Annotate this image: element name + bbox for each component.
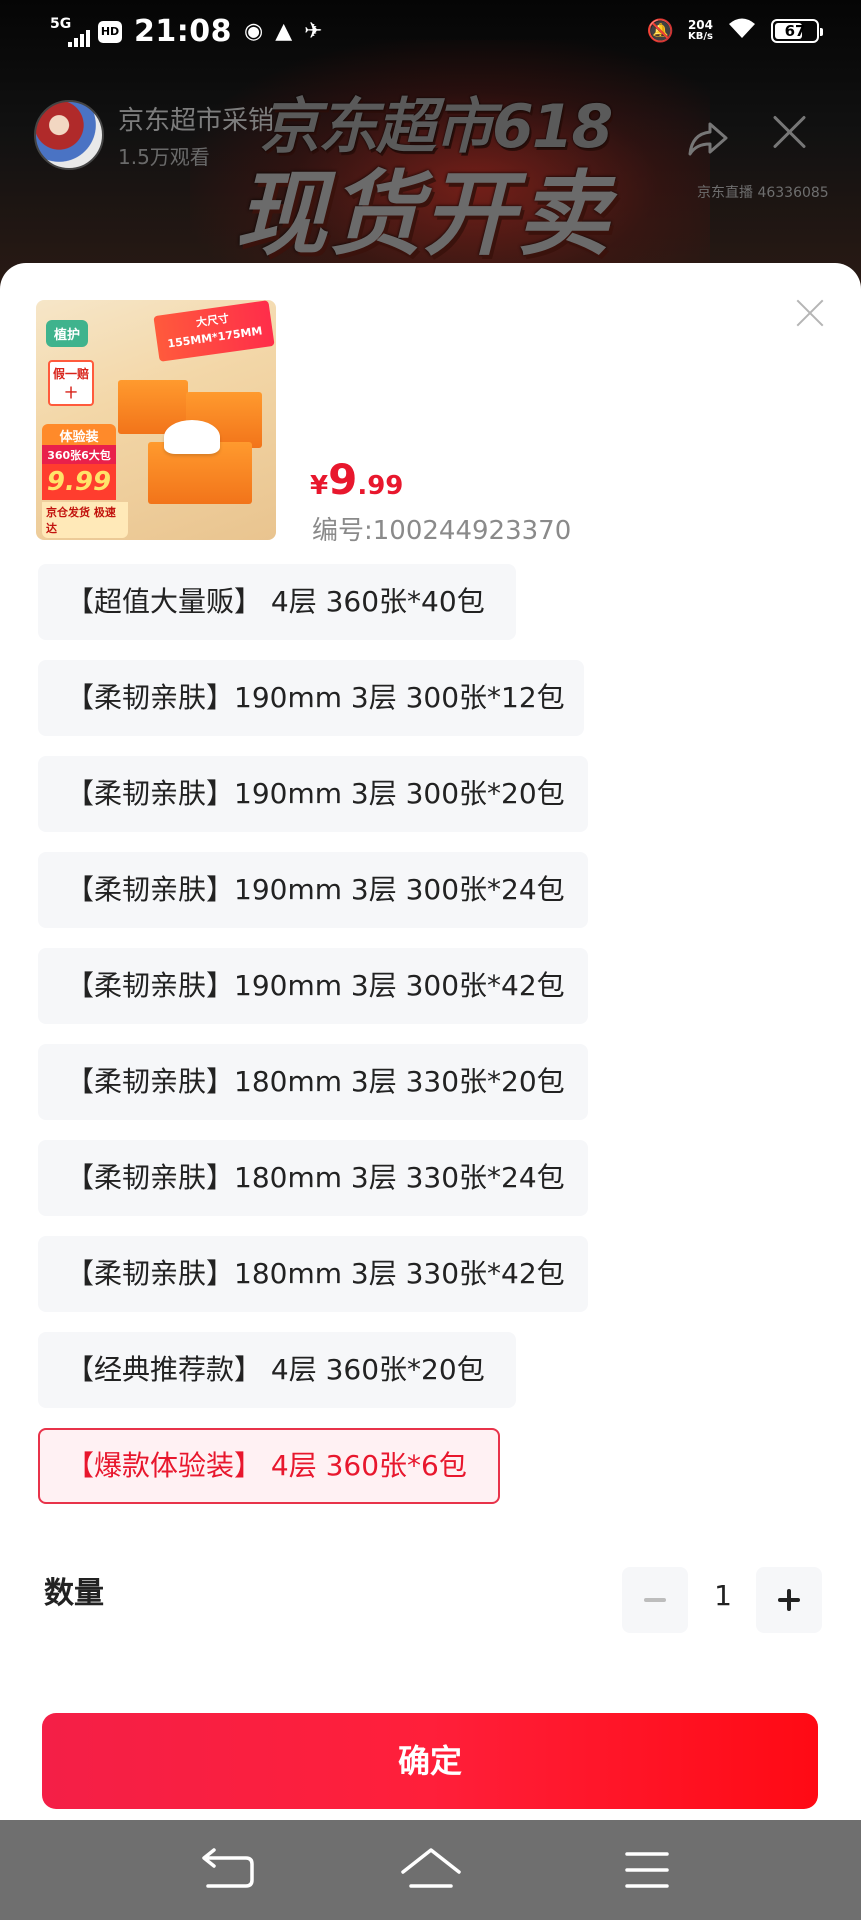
spec-option[interactable]: 【柔韧亲肤】190mm 3层 300张*12包 [38,660,584,736]
quantity-value[interactable]: 1 [700,1579,746,1612]
status-right: 🔕 204 KB/s 67 [643,16,823,46]
price-currency: ¥ [310,471,329,501]
price: ¥9.99 [310,455,403,504]
home-icon[interactable] [391,1842,471,1898]
spec-option[interactable]: 【柔韧亲肤】180mm 3层 330张*42包 [38,1236,588,1312]
brand-logo: 植护 [46,320,89,347]
spec-option[interactable]: 【柔韧亲肤】190mm 3层 300张*20包 [38,756,588,832]
view-count: 1.5万观看 [118,145,210,169]
clock: 21:08 [134,14,232,49]
quantity-decrease-button[interactable] [622,1567,688,1633]
sku-code: 编号:100244923370 [312,516,572,546]
sku-selection-sheet: 植护 大尺寸 155MM*175MM 假一赔十 体验装 360张6大包 9.99… [0,263,861,1820]
bird-icon: ✈ [304,19,323,44]
share-icon[interactable] [686,116,730,160]
system-nav-bar [0,1820,861,1920]
speed-value: 204 [687,18,713,32]
confirm-button[interactable]: 确定 [42,1713,818,1809]
speed-unit: KB/s [687,31,713,42]
pack-badge: 360张6大包 [42,445,116,465]
banner-subtitle: 现货开卖 [235,161,612,268]
mute-bell-icon: 🔕 [646,18,674,44]
close-icon[interactable] [796,299,824,327]
anchor-info[interactable]: 京东超市采销 1.5万观看 [34,100,274,170]
status-left: 5G HD 21:08 ◉ ▲ ✈ [50,14,323,49]
avatar[interactable] [34,100,104,170]
network-speed: 204 KB/s [688,19,713,43]
anchor-text: 京东超市采销 1.5万观看 [118,100,274,170]
quantity-increase-button[interactable] [756,1567,822,1633]
size-badge: 大尺寸 155MM*175MM [153,300,275,362]
signal-icon: 5G [50,16,90,48]
ship-badge: 京仓发货 极速达 [42,502,128,538]
back-icon[interactable] [190,1842,270,1898]
trial-badge: 体验装 [42,424,116,447]
wifi-icon [727,16,757,46]
hd-icon: HD [98,20,122,43]
guarantee-badge: 假一赔十 [48,360,94,406]
battery-icon: 67 [771,19,823,43]
live-stream-background: 京东超市618 现货开卖 5G HD 21:08 ◉ ▲ ✈ 🔕 204 KB/… [0,0,861,290]
spec-option[interactable]: 【经典推荐款】 4层 360张*20包 [38,1332,516,1408]
spec-option[interactable]: 【柔韧亲肤】180mm 3层 330张*24包 [38,1140,588,1216]
spec-option[interactable]: 【柔韧亲肤】190mm 3层 300张*24包 [38,852,588,928]
menu-icon[interactable] [607,1842,687,1898]
spec-option[interactable]: 【柔韧亲肤】180mm 3层 330张*20包 [38,1044,588,1120]
quantity-label: 数量 [44,1576,104,1611]
status-bar: 5G HD 21:08 ◉ ▲ ✈ 🔕 204 KB/s 67 [0,0,861,66]
room-id: 京东直播 46336085 [697,185,829,201]
image-price: 9.99 [42,464,116,500]
spec-option[interactable]: 【超值大量贩】 4层 360张*40包 [38,564,516,640]
battery-level: 67 [784,22,806,40]
price-integer: 9 [328,455,358,504]
spec-option[interactable]: 【爆款体验装】 4层 360张*6包 [38,1428,500,1504]
anchor-name: 京东超市采销 [118,106,275,136]
spec-option[interactable]: 【柔韧亲肤】190mm 3层 300张*42包 [38,948,588,1024]
qq-icon: ▲ [275,19,293,44]
price-decimal: .99 [357,471,404,501]
close-live-icon[interactable] [770,112,810,152]
weibo-icon: ◉ [244,19,264,44]
tissue-sheet [164,420,220,454]
product-image: 植护 大尺寸 155MM*175MM 假一赔十 体验装 360张6大包 9.99… [36,300,276,540]
